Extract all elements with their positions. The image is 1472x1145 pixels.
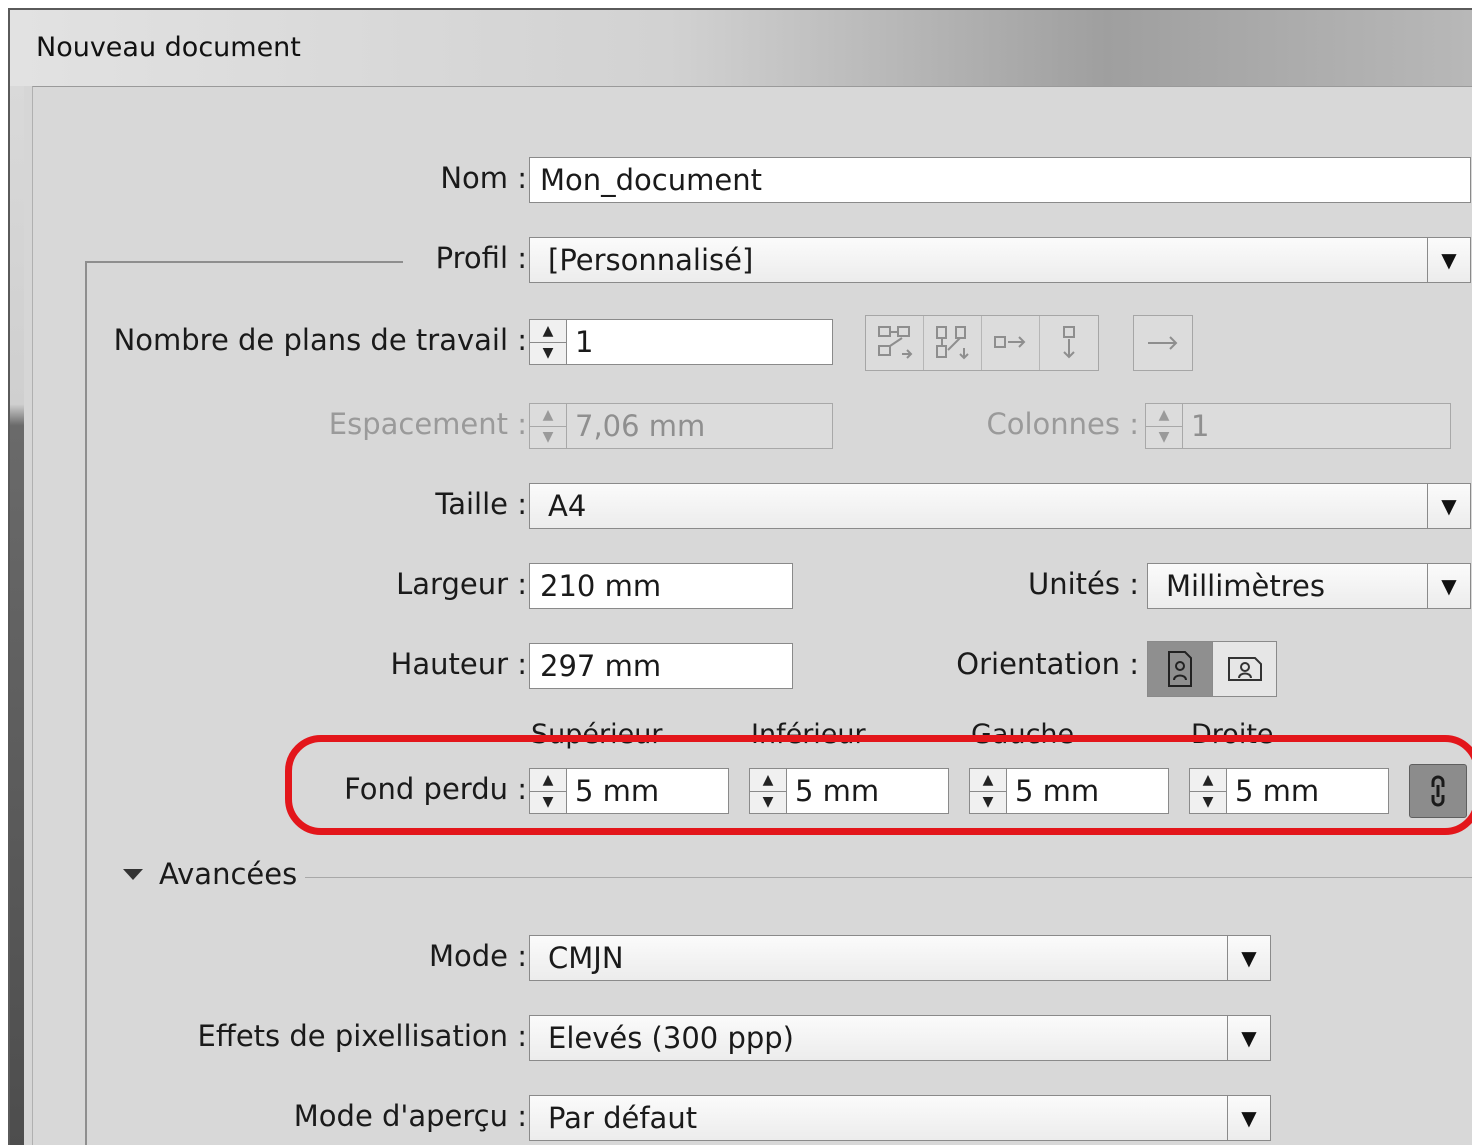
portrait-orientation-icon[interactable]: [1148, 642, 1212, 696]
advanced-label: Avancées: [159, 857, 298, 891]
stepper-down-icon: ▼: [1158, 429, 1170, 446]
mode-label: Mode :: [428, 939, 527, 973]
artboard-layout-buttons: [865, 315, 1099, 371]
raster-effects-label: Effets de pixellisation :: [197, 1019, 527, 1053]
stepper-down-icon[interactable]: ▼: [530, 343, 566, 365]
bleed-bottom-stepper-arrows[interactable]: ▲ ▼: [750, 769, 787, 813]
bleed-top-stepper[interactable]: ▲ ▼ 5 mm: [529, 768, 729, 814]
disclosure-triangle-icon: [123, 868, 143, 880]
artboards-label: Nombre de plans de travail :: [113, 323, 527, 357]
raster-effects-select-value: Elevés (300 ppp): [548, 1021, 794, 1055]
artboards-value[interactable]: 1: [567, 320, 832, 364]
bleed-top-stepper-arrows[interactable]: ▲ ▼: [530, 769, 567, 813]
bleed-bottom-label: Inférieur: [751, 719, 866, 750]
bleed-right-value[interactable]: 5 mm: [1227, 769, 1388, 813]
preview-mode-select-value: Par défaut: [548, 1101, 698, 1135]
columns-label: Colonnes :: [986, 407, 1140, 441]
stepper-down-icon[interactable]: ▼: [1190, 792, 1226, 814]
stepper-down-icon: ▼: [542, 429, 554, 446]
bleed-top-label: Supérieur: [531, 719, 663, 750]
raster-effects-select[interactable]: Elevés (300 ppp) ▼: [529, 1015, 1271, 1061]
chevron-down-icon: ▼: [1427, 564, 1470, 608]
mode-select-value: CMJN: [548, 941, 624, 975]
arrange-by-column-icon[interactable]: [1040, 316, 1098, 370]
preview-mode-label: Mode d'aperçu :: [293, 1099, 527, 1133]
width-input[interactable]: 210 mm: [529, 563, 793, 609]
height-label: Hauteur :: [390, 647, 527, 681]
profile-group-line-top: [85, 261, 403, 263]
size-select-value: A4: [548, 489, 587, 523]
height-input[interactable]: 297 mm: [529, 643, 793, 689]
units-select-value: Millimètres: [1166, 569, 1325, 603]
chevron-down-icon: ▼: [1227, 1096, 1270, 1140]
profile-select-value: [Personnalisé]: [548, 243, 754, 277]
profile-group-line-left: [85, 261, 87, 1145]
profile-label: Profil :: [435, 241, 527, 275]
stepper-down-icon[interactable]: ▼: [750, 792, 786, 814]
orientation-label: Orientation :: [956, 647, 1139, 681]
grid-by-column-icon[interactable]: [924, 316, 982, 370]
link-icon[interactable]: [1409, 764, 1467, 818]
chevron-down-icon: ▼: [1427, 484, 1470, 528]
bleed-left-stepper-arrows[interactable]: ▲ ▼: [970, 769, 1007, 813]
stepper-up-icon: ▲: [1146, 404, 1182, 427]
dialog-title: Nouveau document: [36, 32, 301, 63]
stepper-up-icon[interactable]: ▲: [970, 769, 1006, 792]
bleed-left-label: Gauche: [971, 719, 1075, 750]
orientation-toggle: [1147, 641, 1277, 697]
spacing-stepper-arrows: ▲ ▼: [530, 404, 567, 448]
right-to-left-toggle: [1133, 315, 1193, 371]
bleed-bottom-value[interactable]: 5 mm: [787, 769, 948, 813]
units-select[interactable]: Millimètres ▼: [1147, 563, 1471, 609]
dialog-panel: Nom : Mon_document Profil : [Personnalis…: [32, 86, 1472, 1145]
units-label: Unités :: [1028, 567, 1139, 601]
bleed-right-stepper[interactable]: ▲ ▼ 5 mm: [1189, 768, 1389, 814]
artboards-stepper[interactable]: ▲ ▼ 1: [529, 319, 833, 365]
title-bar[interactable]: Nouveau document: [10, 10, 1472, 86]
columns-value: 1: [1191, 409, 1210, 443]
bleed-label: Fond perdu :: [344, 772, 527, 806]
bleed-right-label: Droite: [1191, 719, 1274, 750]
new-document-dialog: Nouveau document Nom : Mon_document Prof…: [8, 8, 1472, 1145]
width-label: Largeur :: [396, 567, 527, 601]
chevron-down-icon: ▼: [1227, 936, 1270, 980]
spacing-label: Espacement :: [328, 407, 527, 441]
bleed-top-value[interactable]: 5 mm: [567, 769, 728, 813]
advanced-separator: [305, 877, 1472, 878]
stepper-down-icon[interactable]: ▼: [970, 792, 1006, 814]
bleed-left-value[interactable]: 5 mm: [1007, 769, 1168, 813]
size-label: Taille :: [435, 487, 527, 521]
artboards-stepper-arrows[interactable]: ▲ ▼: [530, 320, 567, 364]
name-input[interactable]: Mon_document: [529, 157, 1471, 203]
mode-select[interactable]: CMJN ▼: [529, 935, 1271, 981]
stepper-up-icon[interactable]: ▲: [530, 769, 566, 792]
spacing-stepper: ▲ ▼ 7,06 mm: [529, 403, 833, 449]
preview-mode-select[interactable]: Par défaut ▼: [529, 1095, 1271, 1141]
stepper-down-icon[interactable]: ▼: [530, 792, 566, 814]
stepper-up-icon[interactable]: ▲: [750, 769, 786, 792]
spacing-value: 7,06 mm: [575, 409, 706, 443]
stepper-up-icon[interactable]: ▲: [530, 320, 566, 343]
columns-stepper: ▲ ▼ 1: [1145, 403, 1451, 449]
stepper-up-icon: ▲: [530, 404, 566, 427]
right-to-left-arrow-icon[interactable]: [1134, 316, 1192, 370]
arrange-by-row-icon[interactable]: [982, 316, 1040, 370]
bleed-right-stepper-arrows[interactable]: ▲ ▼: [1190, 769, 1227, 813]
grid-by-row-icon[interactable]: [866, 316, 924, 370]
chevron-down-icon: ▼: [1227, 1016, 1270, 1060]
bleed-left-stepper[interactable]: ▲ ▼ 5 mm: [969, 768, 1169, 814]
advanced-toggle[interactable]: Avancées: [123, 857, 297, 891]
stepper-up-icon[interactable]: ▲: [1190, 769, 1226, 792]
chevron-down-icon: ▼: [1427, 238, 1470, 282]
columns-stepper-arrows: ▲ ▼: [1146, 404, 1183, 448]
name-label: Nom :: [440, 161, 527, 195]
window-frame-edge: [10, 86, 24, 1145]
profile-select[interactable]: [Personnalisé] ▼: [529, 237, 1471, 283]
bleed-bottom-stepper[interactable]: ▲ ▼ 5 mm: [749, 768, 949, 814]
landscape-orientation-icon[interactable]: [1212, 642, 1276, 696]
size-select[interactable]: A4 ▼: [529, 483, 1471, 529]
